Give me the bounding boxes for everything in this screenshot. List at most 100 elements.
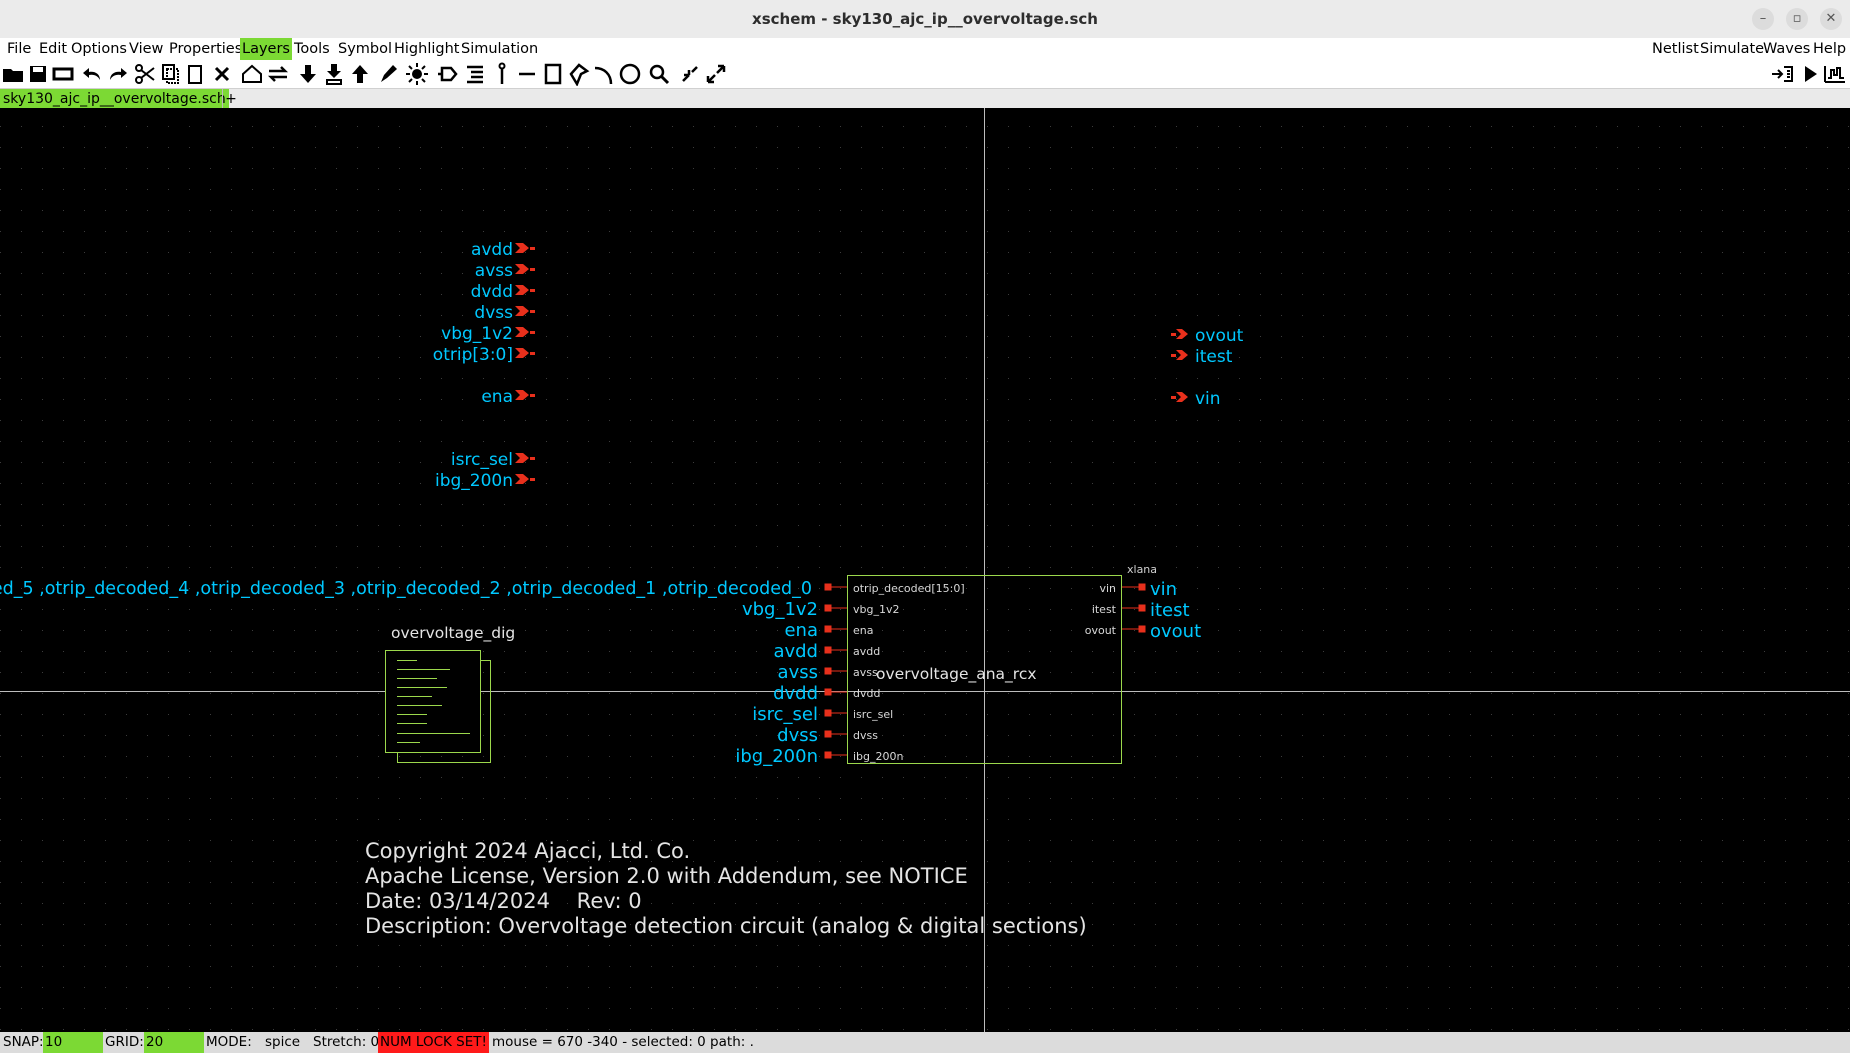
pencil-icon[interactable] (377, 62, 401, 86)
add-tab-button[interactable]: + (222, 89, 239, 109)
save-icon[interactable] (26, 62, 50, 86)
pin-name-ibg: ibg_200n (853, 750, 904, 763)
net-label-ovout: ovout (1150, 621, 1201, 642)
menu-waves[interactable]: Waves (1761, 38, 1812, 60)
status-bar: SNAP: 10 GRID: 20 MODE: spice Stretch: 0… (0, 1032, 1850, 1053)
pin-stub (1138, 625, 1146, 633)
menu-netlist[interactable]: Netlist (1650, 38, 1701, 60)
pin-stub (530, 268, 535, 271)
pin-name-otrip: otrip_decoded[15:0] (853, 582, 965, 595)
menu-help[interactable]: Help (1811, 38, 1848, 60)
netlist-icon[interactable] (1770, 62, 1794, 86)
pin-label-dvdd: dvdd (471, 282, 513, 302)
pin-stub (1171, 396, 1176, 399)
snap-label: SNAP: (3, 1034, 44, 1050)
pin-label-avdd: avdd (471, 240, 513, 260)
pin-stub (1171, 354, 1176, 357)
minimize-button[interactable]: – (1752, 8, 1774, 30)
menu-simulate[interactable]: Simulate (1698, 38, 1766, 60)
polygon-icon[interactable] (567, 62, 591, 87)
ascend-icon[interactable] (348, 62, 372, 86)
menu-file[interactable]: File (5, 38, 33, 60)
list-icon[interactable] (463, 62, 487, 86)
pin-stub (824, 709, 832, 717)
delete-icon[interactable] (210, 62, 234, 86)
descend-symbol-icon[interactable] (322, 62, 346, 86)
pin-label-ovout: ovout (1195, 326, 1244, 346)
pin-stub (530, 331, 535, 334)
pin-stub (530, 247, 535, 250)
waves-icon[interactable] (1823, 62, 1847, 86)
pin-name-dvss: dvss (853, 729, 878, 742)
block-name: overvoltage_ana_rcx (876, 665, 1037, 684)
play-icon[interactable] (1798, 62, 1822, 86)
title-bar: xschem - sky130_ajc_ip__overvoltage.sch … (0, 0, 1850, 39)
search-icon[interactable] (647, 62, 671, 86)
snap-input[interactable]: 10 (43, 1032, 103, 1053)
mode-value: spice (265, 1034, 301, 1050)
net-label-vbg-1v2: vbg_1v2 (742, 599, 818, 620)
cut-icon[interactable] (133, 62, 157, 86)
schematic-canvas[interactable]: avdd avss dvdd dvss vbg_1v2 otrip[3:0] e… (0, 108, 1850, 1032)
grid-input[interactable]: 20 (144, 1032, 204, 1053)
pin-stub (1138, 583, 1146, 591)
net-label-ibg-200n: ibg_200n (735, 746, 818, 767)
menu-symbol[interactable]: Symbol (336, 38, 394, 60)
close-button[interactable]: ✕ (1820, 8, 1842, 30)
tab-schematic[interactable]: sky130_ajc_ip__overvoltage.sch (0, 89, 229, 109)
arc-icon[interactable] (592, 62, 616, 86)
rectangle-icon[interactable] (541, 62, 565, 86)
open-folder-icon[interactable] (1, 62, 25, 86)
mouse-status: mouse = 670 -340 - selected: 0 path: . (492, 1034, 754, 1050)
menu-tools[interactable]: Tools (292, 38, 332, 60)
restore-button[interactable]: ▫ (1786, 8, 1808, 30)
circle-icon[interactable] (618, 62, 642, 86)
note-copyright: Copyright 2024 Ajacci, Ltd. Co. (365, 839, 690, 863)
menu-layers[interactable]: Layers (240, 38, 292, 60)
swap-icon[interactable] (266, 62, 290, 86)
instance-name: xlana (1127, 563, 1157, 576)
highlight-sun-icon[interactable] (405, 62, 429, 86)
menu-simulation[interactable]: Simulation (459, 38, 540, 60)
pin-icon[interactable] (490, 62, 514, 86)
reload-icon[interactable] (51, 62, 75, 86)
menu-edit[interactable]: Edit (37, 38, 69, 60)
line-icon[interactable] (515, 62, 539, 86)
pin-stub (1171, 333, 1176, 336)
undo-icon[interactable] (80, 62, 104, 86)
copy-icon[interactable] (158, 62, 182, 86)
pin-stub (530, 394, 535, 397)
net-label-itest: itest (1150, 600, 1190, 621)
menu-view[interactable]: View (127, 38, 165, 60)
pin-name-avss: avss (853, 666, 878, 679)
pin-label-itest: itest (1195, 347, 1233, 367)
pin-name-ovout: ovout (1085, 624, 1117, 637)
note-date: Date: 03/14/2024 Rev: 0 (365, 889, 642, 913)
pin-stub (530, 478, 535, 481)
net-label-isrc-sel: isrc_sel (752, 704, 818, 725)
net-label-dvdd: dvdd (773, 683, 818, 704)
menu-highlight[interactable]: Highlight (392, 38, 461, 60)
net-label-vin: vin (1150, 579, 1177, 600)
paste-icon[interactable] (183, 62, 207, 86)
pin-stub (824, 625, 832, 633)
pin-name-dvdd: dvdd (853, 687, 880, 700)
net-label-dvss: dvss (777, 725, 818, 746)
menu-options[interactable]: Options (69, 38, 129, 60)
redo-icon[interactable] (106, 62, 130, 86)
descend-icon[interactable] (296, 62, 320, 86)
net-label-icon[interactable] (436, 62, 460, 86)
pin-name-itest: itest (1092, 603, 1117, 616)
pin-name-isrc: isrc_sel (853, 708, 893, 721)
menu-bar: File Edit Options View Properties Layers… (0, 38, 1850, 60)
zoom-full-icon[interactable] (704, 62, 728, 86)
menu-properties[interactable]: Properties (167, 38, 244, 60)
zoom-in-icon[interactable] (678, 62, 702, 86)
pin-stub (824, 667, 832, 675)
pin-name-vbg: vbg_1v2 (853, 603, 899, 616)
home-icon[interactable] (240, 62, 264, 86)
pin-label-avss: avss (475, 261, 513, 281)
pin-label-otrip: otrip[3:0] (433, 345, 513, 365)
pin-stub (824, 583, 832, 591)
note-license: Apache License, Version 2.0 with Addendu… (365, 864, 968, 888)
